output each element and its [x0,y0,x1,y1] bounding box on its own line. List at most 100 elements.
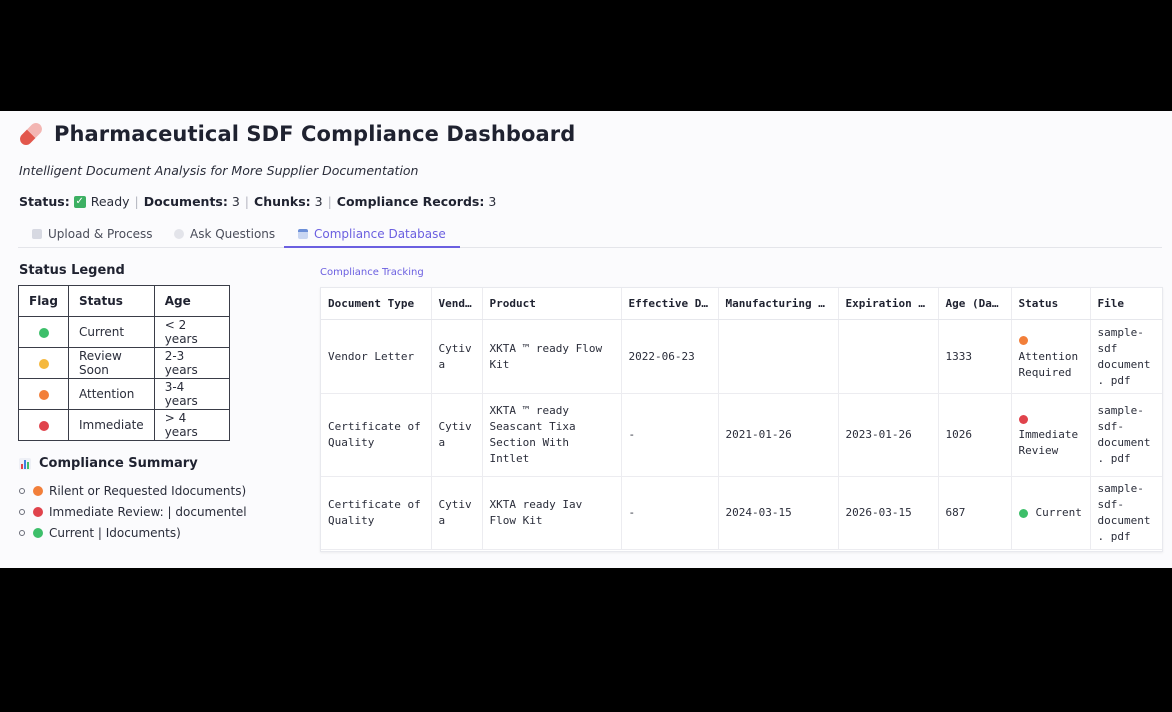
status-dot-icon [38,358,49,369]
tab-label: Compliance Database [314,226,446,241]
status-dot-icon [1018,508,1028,518]
status-text: Immediate Review [1018,428,1079,457]
cell-doc-type: Vendor Letter [321,319,432,394]
check-icon: ✓ [73,195,86,208]
records-label: Compliance Records: [336,194,485,209]
tab-bar: Upload & Process Ask Questions Complianc… [18,221,1162,248]
cell-age: 687 [938,476,1012,550]
bullet-icon [19,529,25,536]
cell-manufacturing [718,319,839,394]
separator: | [134,194,139,209]
records-count: 3 [488,194,497,209]
legend-status-cell: Review Soon [68,347,155,379]
summary-title-text: Compliance Summary [39,456,198,471]
cell-product: XKTA ready Iav Flow Kit [482,476,622,550]
document-icon [32,229,42,239]
dashboard-app: Pharmaceutical SDF Compliance Dashboard … [0,111,1172,568]
table-row[interactable]: Certificate of Quality Cytiv a XKTA ™ read… [321,393,1162,477]
cell-expiration: 2023-01-26 [838,393,939,477]
legend-status-cell: Immediate [68,409,155,441]
tab-compliance-database[interactable]: Compliance Database [284,221,460,248]
legend-flag-cell [18,378,69,410]
cell-effective: - [621,476,719,550]
status-dot-icon [33,527,43,538]
legend-status-cell: Current [68,316,155,348]
legend-age-cell: 3-4 years [153,378,230,410]
chunks-label: Chunks: [254,194,311,209]
tab-label: Ask Questions [190,227,276,241]
legend-header-row: Flag Status Age [18,285,230,317]
speech-bubble-icon [174,229,184,239]
legend-row: Attention 3-4 years [18,378,230,410]
cell-expiration [838,319,939,394]
column-header[interactable]: Document Type [321,288,432,320]
status-bar: Status: ✓ Ready | Documents: 3 | Chunks:… [19,194,496,209]
chunks-count: 3 [314,194,323,209]
column-header[interactable]: Expiration D… [838,288,939,320]
cell-file: sample- sdf- document. pdf [1090,393,1162,477]
legend-header-flag: Flag [18,285,69,317]
status-label: Status: [19,194,70,209]
cell-status: Current [1011,476,1091,550]
compliance-tracking-grid[interactable]: Document Type Vend… Product Effective D… Man… [320,287,1163,552]
legend-age-cell: > 4 years [153,409,230,441]
bullet-icon [19,487,25,494]
page-subtitle: Intelligent Document Analysis for More S… [19,163,419,178]
summary-item-text: Rilent or Requested Idocuments) [49,483,247,498]
cell-vendor: Cytiv a [431,319,483,394]
column-header[interactable]: File [1090,288,1162,320]
cell-expiration: 2026-03-15 [838,476,939,550]
documents-label: Documents: [143,194,228,209]
column-header[interactable]: Vend… [431,288,483,320]
summary-item: Immediate Review: | documentel [19,501,247,522]
legend-title: Status Legend [19,263,125,278]
table-row[interactable]: Certificate of Quality Cytiv a XKTA ready … [321,476,1162,550]
cell-manufacturing: 2021-01-26 [718,393,839,477]
tab-label: Upload & Process [48,227,153,241]
tab-upload-process[interactable]: Upload & Process [18,221,167,247]
cell-age: 1333 [938,319,1012,394]
compliance-table: Document Type Vend… Product Effective D… Man… [321,288,1162,550]
legend-flag-cell [18,409,69,441]
header: Pharmaceutical SDF Compliance Dashboard [17,120,575,148]
column-header[interactable]: Product [482,288,622,320]
cell-product: XKTA ™ ready Seascant Tixa Section With … [482,393,622,477]
cell-file: sample- sdf document. pdf [1090,319,1162,394]
legend-header-status: Status [68,285,155,317]
status-dot-icon [33,485,43,496]
summary-item-text: Current | Idocuments) [49,525,181,540]
status-legend-table: Flag Status Age Current < 2 years Review S… [18,285,230,441]
column-header[interactable]: Age (Day… [938,288,1012,320]
column-header[interactable]: Status [1011,288,1091,320]
bar-chart-icon [19,457,31,470]
legend-status-cell: Attention [68,378,155,410]
cell-doc-type: Certificate of Quality [321,476,432,550]
compliance-tracking-label: Compliance Tracking [320,267,424,278]
separator: | [244,194,250,209]
summary-title: Compliance Summary [19,456,198,471]
column-header[interactable]: Effective D… [621,288,719,320]
cell-file: sample- sdf- document. pdf [1090,476,1162,550]
summary-item: Rilent or Requested Idocuments) [19,480,247,501]
cell-age: 1026 [938,393,1012,477]
tab-ask-questions[interactable]: Ask Questions [160,221,289,247]
status-dot-icon [38,420,49,431]
column-header[interactable]: Manufacturing D… [718,288,839,320]
cell-manufacturing: 2024-03-15 [718,476,839,550]
status-dot-icon [1018,336,1028,345]
status-dot-icon [1018,414,1028,424]
legend-row: Current < 2 years [18,316,230,348]
legend-age-cell: 2-3 years [153,347,230,379]
status-text: Current [1035,506,1082,519]
legend-header-age: Age [153,285,230,317]
status-value: Ready [90,194,130,209]
bullet-icon [19,508,25,515]
calendar-icon [298,228,308,239]
separator: | [327,194,332,209]
summary-list: Rilent or Requested Idocuments) Immediate… [19,480,247,543]
table-row[interactable]: Vendor Letter Cytiv a XKTA ™ ready Flow Ki… [321,319,1162,394]
table-header-row: Document Type Vend… Product Effective D… Man… [321,288,1162,320]
pill-icon [17,120,45,148]
status-dot-icon [33,506,43,517]
cell-product: XKTA ™ ready Flow Kit [482,319,622,394]
